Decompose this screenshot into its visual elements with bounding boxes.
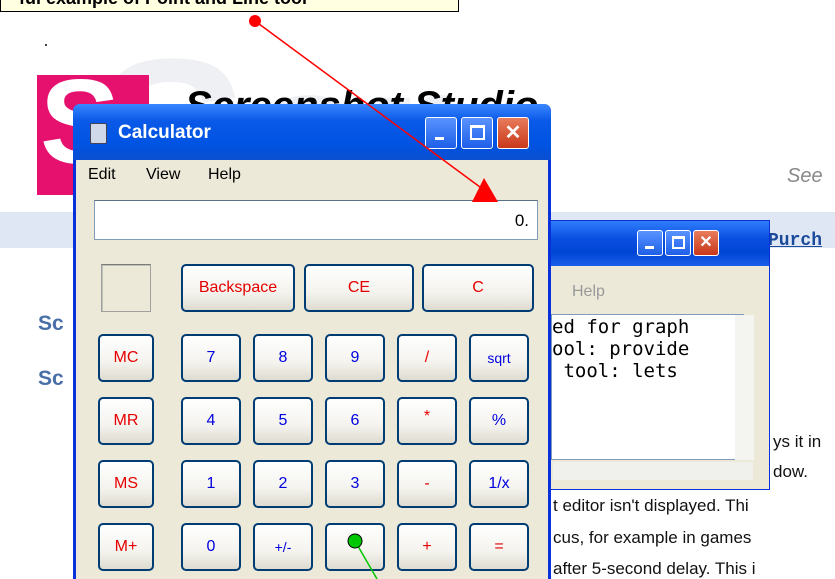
- maximize-icon: [470, 125, 485, 140]
- decimal-point-button[interactable]: [325, 523, 385, 571]
- digit-4-button[interactable]: 4: [181, 397, 241, 445]
- clear-button[interactable]: C: [422, 264, 534, 312]
- digit-3-button[interactable]: 3: [325, 460, 385, 508]
- tagline: See: [787, 165, 823, 187]
- callout-text: ful example of Point and Line tool: [19, 0, 307, 9]
- maximize-button[interactable]: [461, 117, 493, 149]
- calculator-display[interactable]: 0.: [94, 200, 538, 240]
- close-icon: ✕: [699, 234, 713, 251]
- digit-8-button[interactable]: 8: [253, 334, 313, 382]
- stray-dot: [45, 44, 47, 46]
- digit-7-button[interactable]: 7: [181, 334, 241, 382]
- sidebar-link[interactable]: Sc: [38, 367, 64, 391]
- maximize-button[interactable]: [665, 230, 691, 256]
- close-button[interactable]: ✕: [693, 230, 719, 256]
- body-text-line: ys it in: [773, 432, 822, 451]
- percent-button[interactable]: %: [469, 397, 529, 445]
- notepad-text-area[interactable]: ed for graph ool: provide tool: lets: [551, 314, 744, 460]
- close-button[interactable]: ✕: [497, 117, 529, 149]
- nav-link-purchase[interactable]: Purch: [768, 231, 822, 251]
- sign-button[interactable]: +/-: [253, 523, 313, 571]
- calculator-window: Calculator ✕ Edit View Help 0. Backspace…: [73, 104, 551, 579]
- subtract-button[interactable]: -: [397, 460, 457, 508]
- equals-button[interactable]: =: [469, 523, 529, 571]
- menu-view[interactable]: View: [146, 166, 180, 184]
- reciprocal-button[interactable]: 1/x: [469, 460, 529, 508]
- digit-6-button[interactable]: 6: [325, 397, 385, 445]
- digit-1-button[interactable]: 1: [181, 460, 241, 508]
- minimize-button[interactable]: [637, 230, 663, 256]
- memory-indicator: [101, 264, 151, 312]
- digit-0-button[interactable]: 0: [181, 523, 241, 571]
- sidebar-link[interactable]: Sc: [38, 312, 64, 336]
- annotation-callout: ful example of Point and Line tool: [0, 0, 459, 12]
- menu-edit[interactable]: Edit: [88, 166, 116, 184]
- body-text-line: dow.: [773, 462, 808, 481]
- display-value: 0.: [514, 211, 529, 230]
- notepad-title-bar[interactable]: ✕: [531, 221, 769, 266]
- minimize-button[interactable]: [425, 117, 457, 149]
- maximize-icon: [672, 236, 685, 249]
- notepad-text-line: ed for graph: [552, 316, 690, 338]
- multiply-button[interactable]: *: [397, 397, 457, 445]
- body-text-line: t editor isn't displayed. Thi: [553, 496, 749, 515]
- digit-5-button[interactable]: 5: [253, 397, 313, 445]
- calculator-title-bar[interactable]: Calculator ✕: [73, 104, 551, 160]
- memory-add-button[interactable]: M+: [98, 523, 154, 571]
- menu-help[interactable]: Help: [208, 166, 241, 184]
- digit-2-button[interactable]: 2: [253, 460, 313, 508]
- close-icon: ✕: [504, 122, 522, 144]
- divide-button[interactable]: /: [397, 334, 457, 382]
- notepad-window: ✕ Help ed for graph ool: provide tool: l…: [530, 220, 770, 490]
- backspace-button[interactable]: Backspace: [181, 264, 295, 312]
- notepad-menu-help[interactable]: Help: [572, 283, 605, 301]
- body-text-line: cus, for example in games: [553, 528, 752, 547]
- horizontal-scrollbar[interactable]: [553, 462, 753, 480]
- window-title: Calculator: [118, 122, 211, 143]
- memory-store-button[interactable]: MS: [98, 460, 154, 508]
- digit-9-button[interactable]: 9: [325, 334, 385, 382]
- sqrt-button[interactable]: sqrt: [469, 334, 529, 382]
- body-text-line: after 5-second delay. This i: [553, 559, 756, 578]
- memory-clear-button[interactable]: MC: [98, 334, 154, 382]
- add-button[interactable]: +: [397, 523, 457, 571]
- calculator-icon: [90, 123, 107, 144]
- clear-entry-button[interactable]: CE: [304, 264, 414, 312]
- notepad-text-line: ool: provide: [552, 338, 690, 360]
- minimize-icon: [645, 246, 654, 249]
- notepad-text-line: tool: lets: [552, 360, 678, 382]
- menu-bar: Edit View Help: [76, 162, 548, 188]
- memory-recall-button[interactable]: MR: [98, 397, 154, 445]
- vertical-scrollbar[interactable]: [735, 315, 754, 460]
- minimize-icon: [435, 137, 444, 140]
